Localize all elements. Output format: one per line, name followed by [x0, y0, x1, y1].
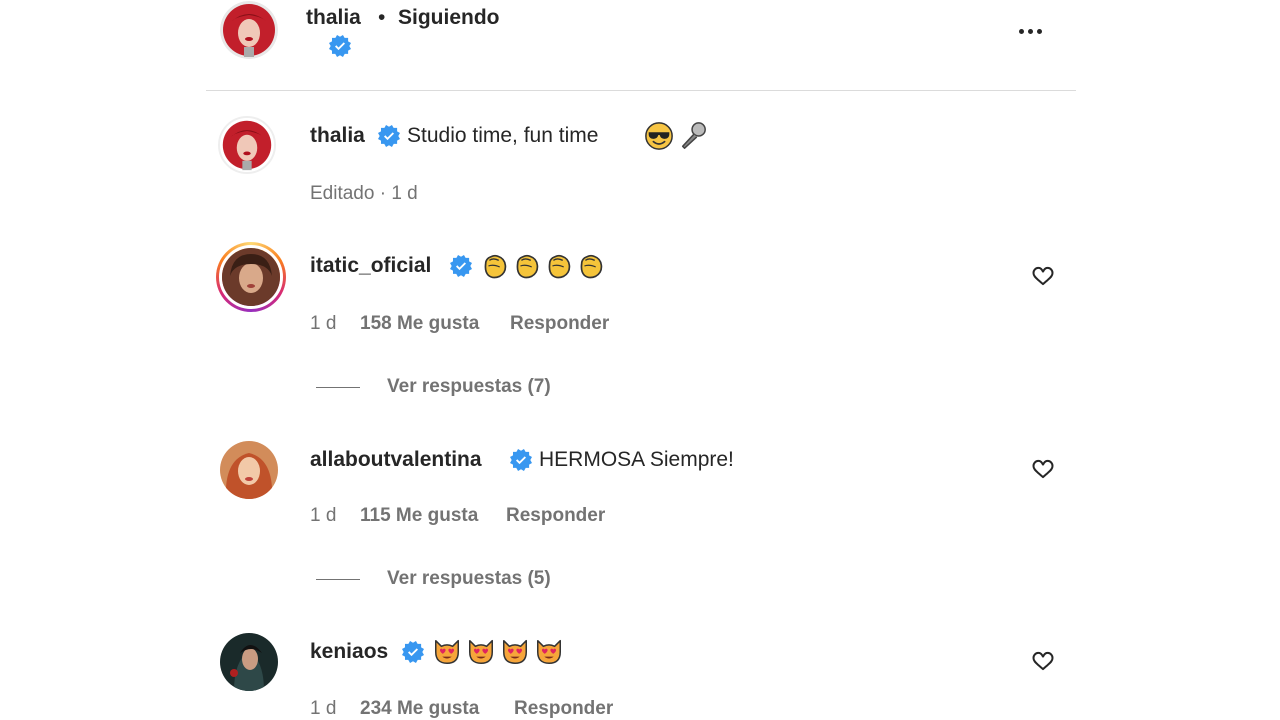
replies-line — [316, 579, 360, 580]
post-comments-panel: thalia • Siguiendo thalia Studio time, f… — [206, 0, 1076, 720]
verified-icon — [402, 641, 424, 663]
view-replies-button[interactable]: Ver respuestas (7) — [387, 376, 551, 398]
comment-likes[interactable]: 158 Me gusta — [360, 313, 479, 335]
avatar-inner — [219, 245, 283, 309]
reply-button[interactable]: Responder — [510, 313, 609, 335]
caption-meta: Editado · 1 d — [310, 183, 418, 204]
caption-avatar[interactable] — [218, 116, 276, 174]
avatar-image — [220, 118, 274, 172]
microphone-emoji-icon — [678, 121, 708, 151]
comment-avatar[interactable] — [220, 441, 278, 499]
comment-time: 1 d — [310, 313, 337, 334]
verified-icon — [510, 449, 532, 471]
more-dot — [1036, 28, 1042, 34]
verified-icon — [450, 255, 472, 277]
more-options-icon[interactable] — [1012, 18, 1048, 44]
comment-avatar[interactable] — [220, 633, 278, 691]
caption-username[interactable]: thalia — [310, 124, 365, 148]
comment-likes[interactable]: 234 Me gusta — [360, 698, 479, 720]
clapping-hands-emoji-icon — [544, 251, 574, 281]
sunglasses-emoji-icon — [644, 121, 674, 151]
comment-username[interactable]: keniaos — [310, 640, 388, 664]
comment-username[interactable]: itatic_oficial — [310, 254, 431, 278]
replies-line — [316, 387, 360, 388]
clapping-hands-emoji-icon — [576, 251, 606, 281]
like-heart-icon[interactable] — [1031, 457, 1055, 481]
comment-likes[interactable]: 115 Me gusta — [360, 505, 478, 527]
clapping-hands-emoji-icon — [480, 251, 510, 281]
verified-icon — [378, 125, 400, 147]
post-header: thalia • Siguiendo — [206, 0, 1076, 91]
heart-eyes-cat-emoji-icon — [534, 636, 564, 666]
heart-eyes-cat-emoji-icon — [432, 636, 462, 666]
heart-eyes-cat-emoji-icon — [466, 636, 496, 666]
heart-eyes-cat-emoji-icon — [500, 636, 530, 666]
clapping-hands-emoji-icon — [512, 251, 542, 281]
comment-time: 1 d — [310, 698, 337, 719]
reply-button[interactable]: Responder — [506, 505, 605, 527]
comment-avatar-story-ring[interactable] — [216, 242, 286, 312]
like-heart-icon[interactable] — [1031, 264, 1055, 288]
comment-username[interactable]: allaboutvalentina — [310, 448, 482, 472]
more-dot — [1027, 28, 1033, 34]
caption-text: Studio time, fun time — [407, 124, 599, 147]
follow-status-button[interactable]: Siguiendo — [398, 6, 500, 30]
comment-time: 1 d — [310, 505, 337, 526]
avatar-image — [220, 441, 278, 499]
avatar-image — [222, 248, 280, 306]
comment-text: HERMOSA Siempre! — [539, 448, 734, 471]
avatar-image — [220, 1, 278, 59]
avatar-image — [220, 633, 278, 691]
separator-dot: • — [378, 6, 386, 29]
reply-button[interactable]: Responder — [514, 698, 613, 720]
like-heart-icon[interactable] — [1031, 649, 1055, 673]
header-avatar[interactable] — [220, 1, 278, 59]
view-replies-button[interactable]: Ver respuestas (5) — [387, 568, 551, 590]
more-dot — [1018, 28, 1024, 34]
verified-icon — [329, 35, 351, 57]
header-username[interactable]: thalia — [306, 6, 361, 30]
